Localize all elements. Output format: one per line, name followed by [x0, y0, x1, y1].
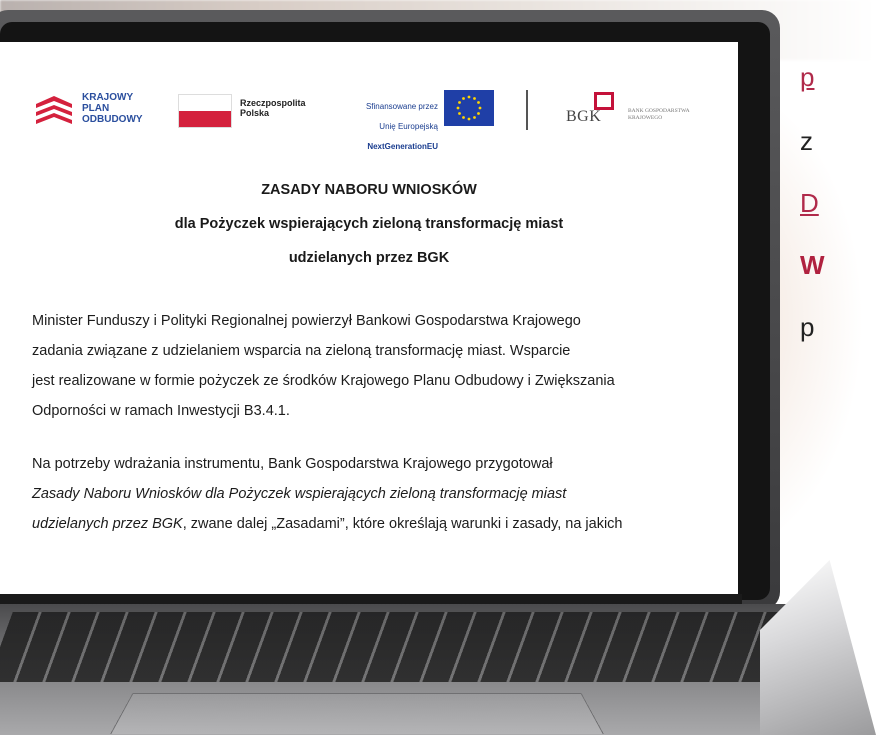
paragraph-1-line: Odporności w ramach Inwestycji B3.4.1.	[32, 403, 290, 419]
paragraph-2-line: Na potrzeby wdrażania instrumentu, Bank …	[32, 456, 553, 472]
laptop-trackpad	[110, 693, 604, 734]
laptop-screen: KRAJOWY PLAN ODBUDOWY Rzeczpospolita Pol…	[0, 42, 738, 594]
kpo-logo-text: KRAJOWY PLAN ODBUDOWY	[82, 92, 143, 125]
paragraph-2-rest-fragment: , zwane dalej „Zasadami”, które określaj…	[182, 516, 623, 532]
logo-divider	[526, 90, 528, 130]
bgk-logo-subtext: BANK GOSPODARSTWA KRAJOWEGO	[628, 108, 690, 121]
cropped-bold-text-4: W	[800, 250, 825, 280]
document-paragraph-2: Na potrzeby wdrażania instrumentu, Bank …	[32, 449, 732, 539]
screen-bottom-bezel	[0, 594, 742, 604]
logo-strip: KRAJOWY PLAN ODBUDOWY Rzeczpospolita Pol…	[0, 82, 738, 152]
document-paragraph-1: Minister Funduszy i Polityki Regionalnej…	[32, 306, 732, 426]
paragraph-2-italic-fragment: udzielanych przez BGK	[32, 516, 183, 532]
eu-funding-line-3: NextGenerationEU	[367, 142, 438, 151]
cropped-text-5: p	[800, 312, 815, 342]
paragraph-1-line: jest realizowane w formie pożyczek ze śr…	[32, 373, 615, 389]
paragraph-1-line: zadania związane z udzielaniem wsparcia …	[32, 343, 571, 359]
paragraph-1-line: Minister Funduszy i Polityki Regionalnej…	[32, 313, 581, 329]
document-title-line-1: ZASADY NABORU WNIOSKÓW	[261, 182, 477, 198]
paragraph-2-line-italic: Zasady Naboru Wniosków dla Pożyczek wspi…	[32, 486, 567, 502]
eu-funding-line-1: Sfinansowane przez	[365, 102, 438, 111]
cropped-link-text-3[interactable]: D	[800, 188, 819, 219]
cropped-link-text-1[interactable]: p	[800, 62, 814, 93]
cropped-text-2: z	[800, 126, 813, 156]
poland-flag-icon	[178, 94, 232, 128]
eu-flag-icon	[444, 90, 494, 126]
poland-logo-text: Rzeczpospolita Polska	[240, 98, 306, 118]
document-title-line-3: udzielanych przez BGK	[288, 250, 450, 266]
eu-funding-text: Sfinansowane przez Unię Europejską NextG…	[338, 92, 438, 162]
bgk-logo-text: BGK	[566, 108, 602, 125]
eu-funding-line-2: Unię Europejską	[379, 122, 438, 131]
paragraph-2-line: udzielanych przez BGK, zwane dalej „Zasa…	[32, 509, 732, 539]
kpo-logo-icon	[36, 96, 72, 124]
laptop-keyboard	[0, 612, 793, 682]
document-title-line-2: dla Pożyczek wspierających zieloną trans…	[174, 216, 564, 232]
